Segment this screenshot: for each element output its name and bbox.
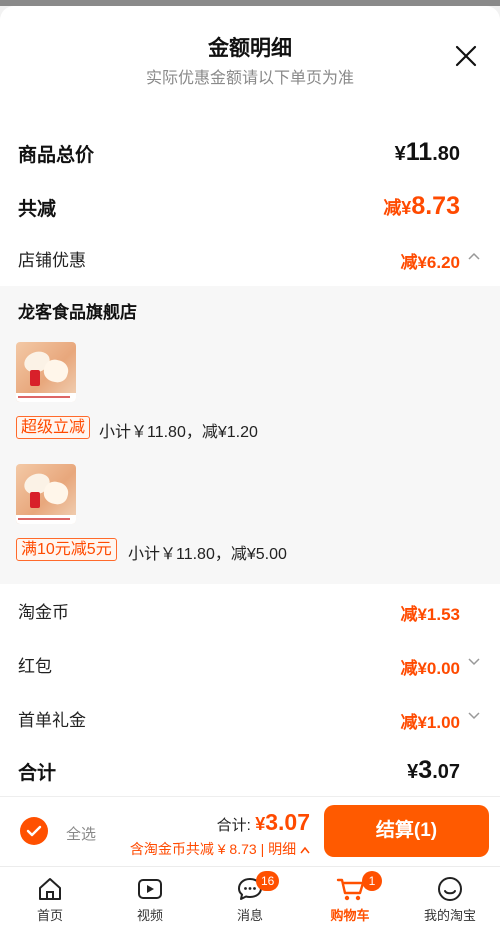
tab-cart[interactable]: 1 购物车 (300, 867, 400, 926)
bottom-tab-bar: 首页 视频 16 消息 1 购物车 我的淘宝 (0, 866, 500, 926)
total-reduce-row: 共减 减¥8.73 (0, 190, 500, 226)
goods-total-amount: ¥11.80 (394, 138, 460, 166)
firstorder-label: 首单礼金 (18, 711, 86, 730)
shop-discount-label: 店铺优惠 (18, 251, 86, 270)
chevron-up-icon[interactable] (468, 250, 480, 264)
goods-total-label: 商品总价 (18, 145, 95, 166)
checkout-bar: 全选 合计: ¥3.07 含淘金币共减 ¥ 8.73 | 明细 结算(1) (0, 796, 500, 866)
chevron-down-icon[interactable] (468, 656, 480, 670)
goods-total-row: 商品总价 ¥11.80 (0, 136, 500, 172)
firstorder-amount: 减¥1.00 (400, 713, 460, 732)
select-all-checkbox[interactable] (20, 817, 48, 845)
discount-tag: 超级立减 (16, 416, 91, 439)
message-badge: 16 (256, 871, 280, 891)
grand-total-row: 合计 ¥3.07 (0, 754, 500, 790)
sheet-subtitle: 实际优惠金额请以下单页为准 (145, 70, 354, 87)
redpacket-amount: 减¥0.00 (400, 659, 460, 678)
total-reduce-label: 共减 (18, 199, 57, 220)
tab-home[interactable]: 首页 (0, 867, 100, 926)
grand-total-amount: ¥3.07 (407, 756, 460, 784)
video-icon (136, 875, 164, 903)
profile-icon (436, 875, 464, 903)
coin-row: 淘金币 减¥1.53 (0, 596, 500, 632)
firstorder-row[interactable]: 首单礼金 减¥1.00 (0, 704, 500, 740)
shop-discount-panel: 龙客食品旗舰店 超级立减 小计￥11.80，减¥1.20 满10元减5元 小计￥… (0, 286, 500, 584)
checkout-total: 合计: ¥3.07 (216, 809, 310, 835)
close-icon[interactable] (454, 44, 478, 68)
product-thumbnail[interactable] (16, 342, 76, 402)
tab-my-taobao[interactable]: 我的淘宝 (400, 867, 500, 926)
amount-detail-sheet: 金额明细 实际优惠金额请以下单页为准 商品总价 ¥11.80 共减 减¥8.73… (0, 6, 500, 796)
tab-messages[interactable]: 16 消息 (200, 867, 300, 926)
product-thumbnail[interactable] (16, 464, 76, 524)
tab-video[interactable]: 视频 (100, 867, 200, 926)
select-all-label[interactable]: 全选 (66, 823, 96, 844)
discount-detail-link[interactable]: 含淘金币共减 ¥ 8.73 | 明细 (130, 839, 310, 859)
checkout-button[interactable]: 结算(1) (324, 805, 489, 857)
home-icon (36, 875, 64, 903)
coin-amount: 减¥1.53 (400, 605, 460, 624)
shop-discount-amount: 减¥6.20 (400, 253, 460, 272)
coin-label: 淘金币 (18, 603, 69, 622)
total-reduce-amount: 减¥8.73 (383, 192, 460, 220)
item-subtotal: 小计￥11.80，减¥1.20 (99, 424, 258, 441)
grand-total-label: 合计 (18, 763, 57, 784)
cart-badge: 1 (362, 871, 382, 891)
item-subtotal: 小计￥11.80，减¥5.00 (128, 546, 287, 563)
chevron-down-icon[interactable] (468, 710, 480, 724)
redpacket-label: 红包 (18, 657, 52, 676)
shop-name: 龙客食品旗舰店 (18, 303, 137, 322)
redpacket-row[interactable]: 红包 减¥0.00 (0, 650, 500, 686)
sheet-title: 金额明细 (208, 37, 292, 60)
chevron-up-icon (300, 846, 310, 854)
shop-discount-row[interactable]: 店铺优惠 减¥6.20 (0, 244, 500, 280)
cart-icon (336, 875, 365, 903)
discount-tag: 满10元减5元 (16, 538, 117, 561)
